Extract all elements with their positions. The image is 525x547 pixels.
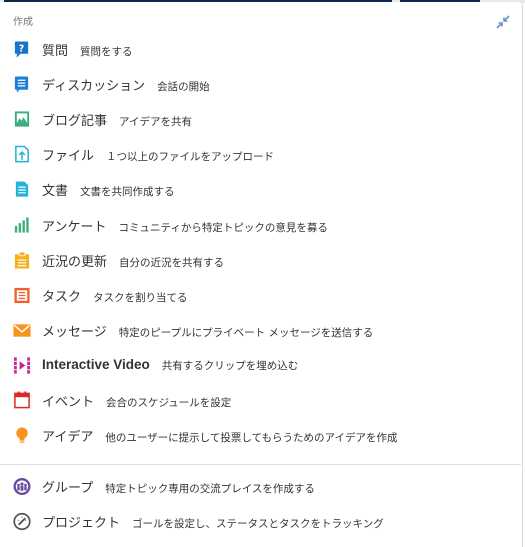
menu-item-group-people[interactable]: グループ 特定トピック専用の交流プレイスを作成する xyxy=(0,469,520,504)
collapse-icon[interactable] xyxy=(496,14,510,29)
menu-item-description: タスクを割り当てる xyxy=(93,291,188,304)
menu-item-title: ブログ記事 xyxy=(42,114,108,130)
menu-item-description: 自分の近況を共有する xyxy=(119,256,225,269)
menu-item-title: グループ xyxy=(42,481,94,496)
menu-item-status-clipboard[interactable]: 近況の更新 自分の近況を共有する xyxy=(0,243,520,278)
question-bubble-icon: ? xyxy=(13,41,31,59)
menu-item-title: 質問 xyxy=(42,44,69,59)
menu-item-description: ゴールを設定し、ステータスとタスクをトラッキング xyxy=(132,518,384,531)
lightbulb-icon xyxy=(13,427,31,445)
menu-item-description: 質問をする xyxy=(80,46,133,58)
group-people-icon xyxy=(13,477,31,496)
menu-item-description: コミュニティから特定トピックの意見を募る xyxy=(118,221,328,234)
menu-item-description: 特定トピック専用の交流プレイスを作成する xyxy=(105,483,315,495)
menu-item-title: ディスカッション xyxy=(42,79,146,95)
menu-item-title: メッセージ xyxy=(42,324,107,340)
menu-item-discussion-bubble[interactable]: ディスカッション 会話の開始 xyxy=(0,67,520,102)
menu-item-blog-image[interactable]: ブログ記事 アイデアを共有 xyxy=(0,102,520,137)
poll-bars-icon xyxy=(13,216,31,234)
menu-header: 作成 xyxy=(13,17,33,28)
discussion-bubble-icon xyxy=(13,76,31,94)
calendar-icon xyxy=(13,391,31,410)
menu-item-poll-bars[interactable]: アンケート コミュニティから特定トピックの意見を募る xyxy=(0,208,520,243)
status-clipboard-icon xyxy=(13,251,31,269)
envelope-icon xyxy=(13,321,31,339)
menu-item-project-gauge[interactable]: プロジェクト ゴールを設定し、ステータスとタスクをトラッキング xyxy=(0,504,520,539)
menu-item-title: アイデア xyxy=(42,430,94,446)
menu-item-title: 近況の更新 xyxy=(42,254,108,270)
menu-item-description: 他のユーザーに提示して投票してもらうためのアイデアを作成 xyxy=(105,432,398,445)
file-upload-icon xyxy=(13,145,31,164)
menu-item-description: 共有するクリップを埋め込む xyxy=(161,360,299,373)
menu-item-video-film[interactable]: Interactive Video 共有するクリップを埋め込む xyxy=(0,348,520,383)
section-divider xyxy=(0,464,521,465)
project-gauge-icon xyxy=(13,512,31,531)
menu-item-document[interactable]: 文書 文書を共同作成する xyxy=(0,172,520,207)
menu-item-title: Interactive Video xyxy=(42,357,150,373)
blog-image-icon xyxy=(13,111,31,129)
menu-item-description: アイデアを共有 xyxy=(119,116,192,129)
menu-item-description: 文書を共同作成する xyxy=(80,186,175,199)
menu-item-title: イベント xyxy=(42,395,95,410)
menu-item-file-upload[interactable]: ファイル １つ以上のファイルをアップロード xyxy=(0,137,520,172)
menu-item-title: プロジェクト xyxy=(42,516,121,532)
menu-item-title: ファイル xyxy=(42,149,95,165)
menu-item-description: １つ以上のファイルをアップロード xyxy=(106,151,275,164)
menu-item-description: 会合のスケジュールを設定 xyxy=(106,397,232,409)
svg-text:?: ? xyxy=(19,43,25,54)
menu-item-lightbulb[interactable]: アイデア 他のユーザーに提示して投票してもらうためのアイデアを作成 xyxy=(0,418,520,453)
menu-item-question-bubble[interactable]: ? 質問 質問をする xyxy=(0,32,520,67)
video-film-icon xyxy=(13,356,31,374)
menu-item-envelope[interactable]: メッセージ 特定のピープルにプライベート メッセージを送信する xyxy=(0,313,520,348)
task-list-icon xyxy=(13,286,31,304)
menu-item-task-list[interactable]: タスク タスクを割り当てる xyxy=(0,278,520,313)
menu-item-title: 文書 xyxy=(42,184,69,200)
menu-item-calendar[interactable]: イベント 会合のスケジュールを設定 xyxy=(0,383,520,418)
menu-item-title: アンケート xyxy=(42,219,107,235)
create-menu-panel: 作成 ? 質問 質問をする ディスカッション 会話の開始 ブログ記事 アイデアを… xyxy=(0,2,523,547)
menu-item-title: タスク xyxy=(42,289,82,305)
menu-item-description: 会話の開始 xyxy=(157,81,210,94)
menu-item-description: 特定のピープルにプライベート メッセージを送信する xyxy=(118,326,374,339)
document-icon xyxy=(13,181,31,199)
